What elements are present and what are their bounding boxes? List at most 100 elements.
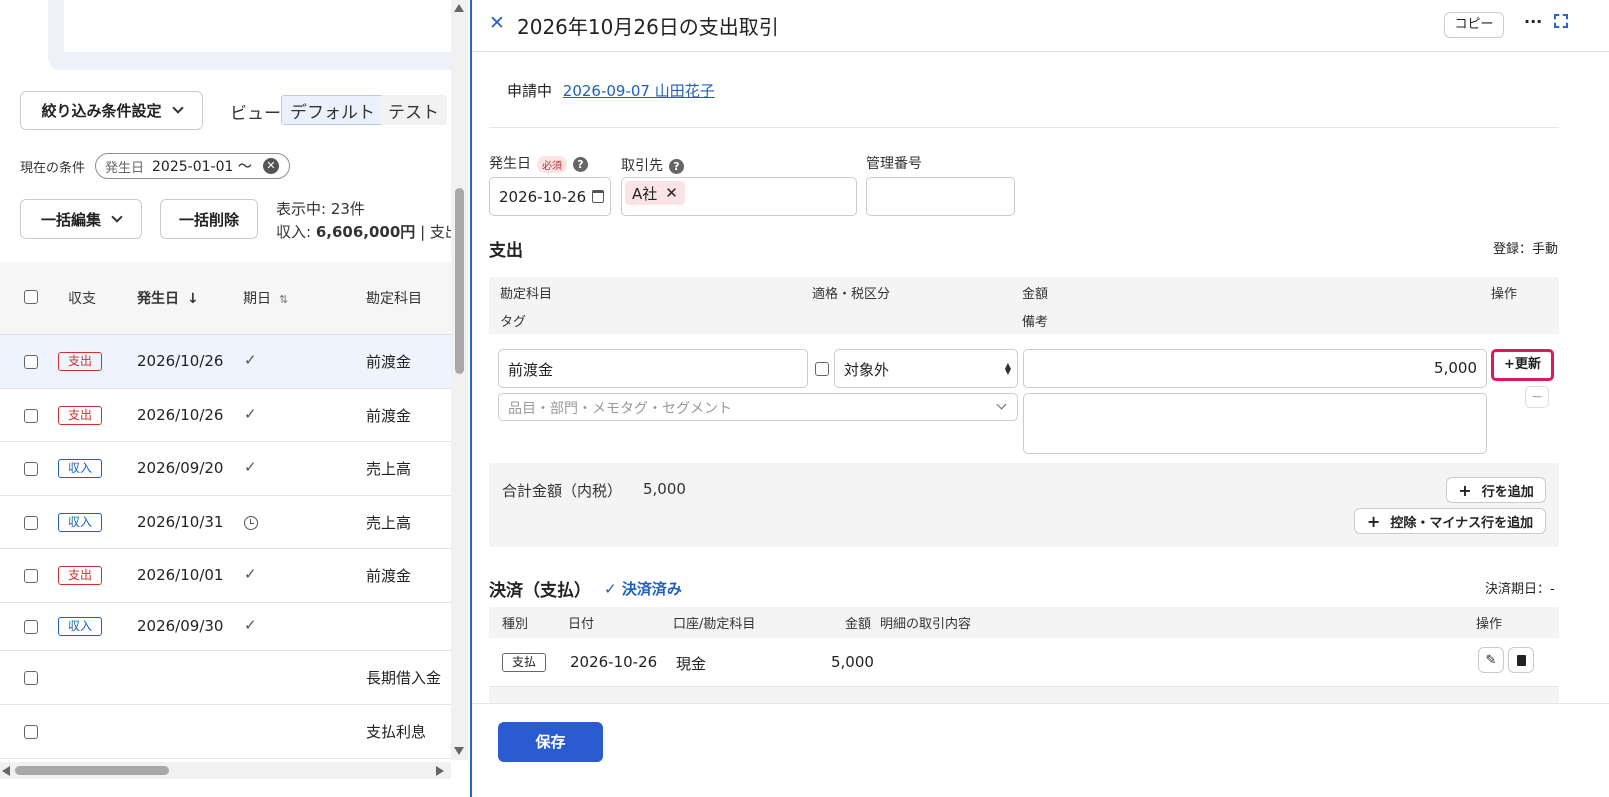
view-tab-test[interactable]: テスト	[380, 95, 447, 125]
horizontal-scroll-thumb[interactable]	[15, 766, 169, 775]
expense-section-title: 支出	[489, 241, 523, 261]
list-header: 収支 発生日 ↓ 期日 ⇅ 勘定科目	[0, 262, 455, 335]
memo-textarea[interactable]	[1023, 393, 1487, 454]
remove-row-icon[interactable]: −	[1525, 386, 1549, 408]
plus-icon: +	[1458, 480, 1472, 500]
close-icon[interactable]: ✕	[489, 12, 505, 34]
condition-chip[interactable]: 発生日 2025-01-01 〜 ✕	[95, 153, 290, 179]
table-row[interactable]: 収入 2026/10/31 売上高	[0, 496, 455, 549]
total-label: 合計金額（内税）	[502, 482, 623, 500]
application-status: 申請中 2026-09-07 山田花子	[507, 82, 715, 100]
tags-select[interactable]: 品目・部門・メモタグ・セグメント	[498, 393, 1018, 421]
edit-icon[interactable]: ✎	[1478, 647, 1504, 673]
payment-kind-badge: 支払	[502, 653, 546, 672]
chevron-down-icon	[171, 102, 184, 114]
table-row[interactable]: 収入 2026/09/30 ✓	[0, 603, 455, 651]
row-checkbox[interactable]	[24, 409, 38, 423]
summary-line: 収入: 6,606,000円 | 支出:	[276, 223, 465, 241]
trash-icon[interactable]	[1508, 647, 1534, 673]
add-row-button[interactable]: + 行を追加	[1446, 477, 1546, 503]
row-account: 前渡金	[366, 567, 412, 585]
bulk-delete-button[interactable]: 一括削除	[160, 199, 258, 239]
chevron-down-icon	[111, 210, 123, 223]
row-checkbox[interactable]	[24, 355, 38, 369]
check-icon: ✓	[244, 565, 257, 583]
row-account: 長期借入金	[366, 669, 442, 687]
row-checkbox[interactable]	[24, 620, 38, 634]
top-card	[48, 0, 463, 70]
expand-icon[interactable]	[1554, 14, 1568, 28]
mgmt-number-input[interactable]	[866, 177, 1015, 216]
check-icon: ✓	[244, 405, 257, 423]
status-divider	[489, 127, 1559, 128]
partner-tag[interactable]: A社 ✕	[625, 181, 685, 205]
col-type: 収支	[68, 291, 96, 307]
table-row[interactable]: 支出 2026/10/26 ✓ 前渡金	[0, 335, 455, 389]
condition-value: 2025-01-01 〜	[152, 159, 252, 175]
copy-button[interactable]: コピー	[1444, 12, 1504, 38]
payment-status: ✓ 決済済み	[604, 580, 682, 598]
vertical-scrollbar[interactable]	[451, 0, 468, 760]
issue-date-input[interactable]: 2026-10-26	[489, 177, 611, 216]
current-conditions-label: 現在の条件	[20, 161, 86, 176]
registration-mode: 登録：手動	[1493, 242, 1559, 257]
scroll-down-icon[interactable]	[454, 747, 464, 755]
update-button[interactable]: +更新	[1491, 349, 1554, 381]
table-row[interactable]: 収入 2026/09/20 ✓ 売上高	[0, 442, 455, 496]
filter-settings-button[interactable]: 絞り込み条件設定	[20, 91, 203, 130]
amount-input[interactable]: 5,000	[1023, 349, 1487, 388]
col-due[interactable]: 期日 ⇅	[243, 288, 288, 308]
account-input[interactable]: 前渡金	[498, 349, 808, 388]
check-icon: ✓	[244, 458, 257, 476]
col-date[interactable]: 発生日 ↓	[137, 288, 199, 308]
payment-title: 決済（支払）	[489, 581, 591, 601]
row-date: 2026/10/01	[137, 566, 224, 584]
payment-header: 種別 日付 口座/勘定科目 金額 明細の取引内容 操作	[489, 607, 1559, 638]
view-label: ビュー	[230, 104, 281, 124]
more-icon[interactable]: ···	[1524, 12, 1542, 31]
help-icon: ?	[669, 158, 684, 174]
row-account: 支払利息	[366, 723, 427, 741]
scroll-left-icon[interactable]	[2, 766, 10, 776]
vertical-scroll-thumb[interactable]	[455, 188, 464, 374]
qualified-checkbox[interactable]	[815, 362, 829, 376]
bulk-edit-label: 一括編集	[40, 210, 101, 229]
scroll-right-icon[interactable]	[436, 766, 444, 776]
check-icon: ✓	[244, 351, 257, 369]
table-row[interactable]: 支出 2026/10/26 ✓ 前渡金	[0, 389, 455, 442]
save-button[interactable]: 保存	[498, 722, 603, 762]
row-date: 2026/09/30	[137, 617, 224, 635]
check-icon: ✓	[604, 580, 617, 598]
table-row[interactable]: 支払利息	[0, 705, 455, 759]
row-checkbox[interactable]	[24, 462, 38, 476]
required-badge: 必須	[537, 155, 567, 173]
issue-date-label: 発生日 必須?	[489, 153, 588, 173]
sort-desc-icon: ↓	[187, 291, 199, 307]
select-arrows-icon: ▲ ▼	[1004, 361, 1011, 376]
select-all-checkbox[interactable]	[24, 290, 38, 304]
application-link[interactable]: 2026-09-07 山田花子	[563, 82, 715, 100]
remove-tag-icon[interactable]: ✕	[665, 184, 678, 202]
row-checkbox[interactable]	[24, 569, 38, 583]
view-tab-default[interactable]: デフォルト	[281, 95, 384, 125]
clock-icon	[244, 516, 258, 530]
type-badge: 収入	[58, 459, 102, 478]
row-checkbox[interactable]	[24, 516, 38, 530]
table-row[interactable]: 長期借入金	[0, 651, 455, 705]
row-checkbox[interactable]	[24, 725, 38, 739]
type-badge: 支出	[58, 406, 102, 425]
add-deduction-button[interactable]: + 控除・マイナス行を追加	[1354, 508, 1546, 534]
bulk-edit-button[interactable]: 一括編集	[20, 199, 142, 239]
tax-select[interactable]: 対象外 ▲ ▼	[834, 349, 1018, 388]
plus-icon: +	[1366, 511, 1381, 531]
panel-title: 2026年10月26日の支出取引	[517, 15, 779, 39]
row-checkbox[interactable]	[24, 671, 38, 685]
type-badge: 支出	[58, 352, 102, 371]
clear-condition-icon[interactable]: ✕	[263, 158, 279, 174]
filter-settings-label: 絞り込み条件設定	[41, 102, 162, 120]
mgmt-number-label: 管理番号	[866, 156, 922, 172]
calendar-icon[interactable]	[592, 190, 604, 203]
check-icon: ✓	[244, 616, 257, 634]
scroll-up-icon[interactable]	[454, 4, 464, 12]
table-row[interactable]: 支出 2026/10/01 ✓ 前渡金	[0, 549, 455, 603]
